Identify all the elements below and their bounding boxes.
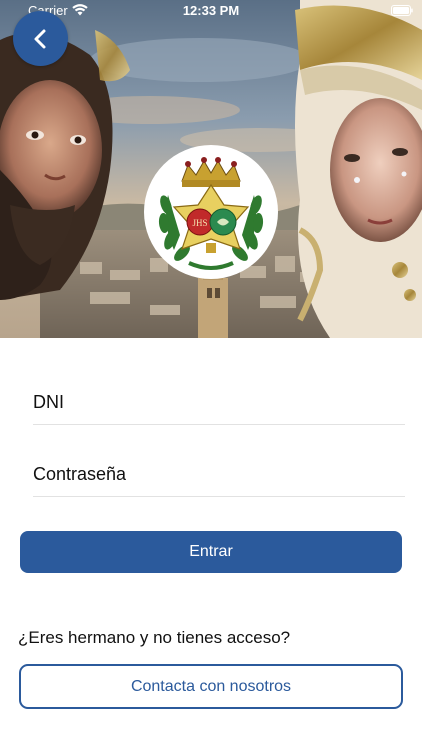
contact-us-label: Contacta con nosotros (130, 677, 292, 695)
dni-field[interactable] (33, 380, 405, 425)
status-bar: Carrier 12:33 PM (0, 0, 422, 22)
chevron-left-icon (34, 29, 45, 48)
status-time: 12:33 PM (182, 3, 240, 18)
dni-input[interactable] (33, 380, 405, 424)
no-access-question: ¿Eres hermano y no tienes acceso? (18, 628, 291, 647)
login-button[interactable]: Entrar (20, 531, 402, 573)
brotherhood-crest: JHS (144, 145, 278, 279)
contact-us-button[interactable]: Contacta con nosotros (19, 664, 403, 709)
login-button-label: Entrar (189, 543, 233, 560)
login-screen: Carrier 12:33 PM JHS DNI Entrar ¿Eres he… (0, 0, 422, 750)
password-field[interactable] (33, 452, 405, 497)
back-button[interactable] (13, 11, 68, 66)
battery-icon (391, 5, 413, 16)
password-input[interactable] (33, 452, 405, 496)
svg-text:JHS: JHS (192, 218, 207, 228)
